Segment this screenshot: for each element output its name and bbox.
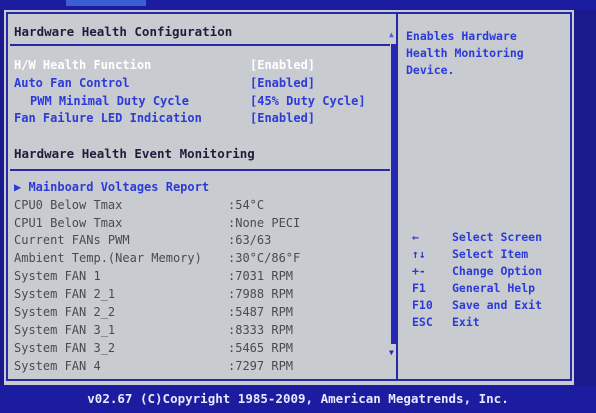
submenu-voltages-report[interactable]: ▶ Mainboard Voltages Report — [14, 180, 209, 196]
reading-value: :5487 RPM — [228, 305, 294, 319]
reading-value: :5465 RPM — [228, 341, 294, 355]
key-name: ← — [412, 230, 419, 244]
key-description: Select Screen — [452, 230, 543, 244]
reading-value: :None PECI — [228, 216, 301, 230]
key-legend-row: F10 Save and Exit — [412, 298, 567, 315]
setting-label: Fan Failure LED Indication — [14, 111, 202, 125]
key-name: F1 — [412, 281, 426, 295]
reading-label: System FAN 1 — [14, 269, 101, 283]
reading-label: System FAN 3_2 — [14, 341, 116, 355]
reading-value: :7988 RPM — [228, 287, 294, 301]
bios-panel: Hardware Health Configuration H/W Health… — [4, 10, 574, 385]
reading-label: Current FANs PWM — [14, 233, 130, 247]
scroll-down-arrow-icon[interactable]: ▼ — [389, 348, 394, 357]
settings-pane: Hardware Health Configuration H/W Health… — [6, 12, 396, 381]
key-name: F10 — [412, 298, 433, 312]
key-legend-row: ↑↓ Select Item — [412, 247, 567, 264]
setting-value[interactable]: [45% Duty Cycle] — [250, 94, 366, 108]
divider — [10, 44, 394, 46]
reading-label: Ambient Temp.(Near Memory) — [14, 251, 202, 265]
key-description: Exit — [452, 315, 480, 329]
help-line: Device. — [406, 63, 455, 77]
monitor-title: Hardware Health Event Monitoring — [14, 146, 255, 161]
reading-label: System FAN 3_1 — [14, 323, 116, 337]
key-name: +- — [412, 264, 426, 278]
reading-value: :7297 RPM — [228, 359, 294, 373]
reading-value: :63/63 — [228, 233, 272, 247]
divider — [10, 169, 394, 171]
reading-value: :8333 RPM — [228, 323, 294, 337]
key-legend-row: ← Select Screen — [412, 230, 567, 247]
key-legend: ← Select Screen ↑↓ Select Item +- Change… — [412, 230, 567, 332]
key-legend-row: F1 General Help — [412, 281, 567, 298]
setting-label: PWM Minimal Duty Cycle — [30, 94, 189, 108]
reading-label: System FAN 2_1 — [14, 287, 116, 301]
help-line: Enables Hardware — [406, 29, 517, 43]
section-title: Hardware Health Configuration — [14, 24, 233, 39]
reading-value: :7031 RPM — [228, 269, 294, 283]
help-text: Enables Hardware Health Monitoring Devic… — [406, 28, 566, 79]
key-description: General Help — [452, 281, 536, 295]
setting-value[interactable]: [Enabled] — [250, 111, 315, 125]
key-name: ↑↓ — [412, 247, 426, 261]
key-legend-row: ESC Exit — [412, 315, 567, 332]
help-pane: Enables Hardware Health Monitoring Devic… — [396, 12, 572, 381]
key-description: Select Item — [452, 247, 529, 261]
scroll-up-arrow-icon[interactable]: ▲ — [389, 30, 394, 39]
reading-value: :54°C — [228, 198, 265, 212]
reading-label: CPU1 Below Tmax — [14, 216, 123, 230]
setting-value[interactable]: [Enabled] — [250, 58, 315, 72]
key-legend-row: +- Change Option — [412, 264, 567, 281]
key-name: ESC — [412, 315, 433, 329]
menu-bar — [0, 0, 596, 10]
setting-label: Auto Fan Control — [14, 76, 130, 90]
setting-label: H/W Health Function — [14, 58, 152, 72]
reading-value: :30°C/86°F — [228, 251, 301, 265]
active-menu-tab[interactable] — [66, 0, 146, 6]
key-description: Change Option — [452, 264, 543, 278]
reading-label: CPU0 Below Tmax — [14, 198, 123, 212]
reading-label: System FAN 4 — [14, 359, 101, 373]
key-description: Save and Exit — [452, 298, 543, 312]
setting-value[interactable]: [Enabled] — [250, 76, 315, 90]
copyright-footer: v02.67 (C)Copyright 1985-2009, American … — [0, 385, 596, 413]
submenu-arrow-icon: ▶ — [14, 180, 29, 194]
help-line: Health Monitoring — [406, 46, 524, 60]
submenu-label: Mainboard Voltages Report — [28, 180, 210, 194]
reading-label: System FAN 2_2 — [14, 305, 116, 319]
